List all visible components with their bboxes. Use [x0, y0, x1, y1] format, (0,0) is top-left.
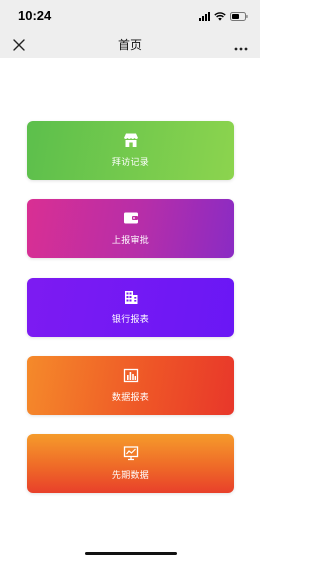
bank-report-label: 银行报表: [111, 315, 150, 325]
forward-data-label: 先期数据: [111, 471, 150, 481]
data-report-label: 数据报表: [111, 393, 150, 403]
wifi-icon: [214, 11, 226, 21]
building-icon: [123, 289, 139, 305]
status-time: 10:24: [18, 8, 52, 23]
bar-chart-icon: [123, 367, 139, 383]
report-approval-label: 上报审批: [111, 236, 150, 246]
wallet-icon: [123, 210, 139, 226]
battery-icon: [230, 11, 248, 21]
page-title: 首页: [117, 38, 142, 52]
visit-records-card[interactable]: 拜访记录: [27, 121, 234, 180]
forward-data-card[interactable]: 先期数据: [27, 434, 234, 493]
data-report-card[interactable]: 数据报表: [27, 356, 234, 415]
more-icon[interactable]: [234, 39, 248, 51]
store-icon: [123, 132, 139, 148]
status-bar: 10:24: [0, 0, 260, 30]
bank-report-card[interactable]: 银行报表: [27, 278, 234, 337]
visit-records-label: 拜访记录: [111, 158, 150, 168]
monitor-chart-icon: [123, 445, 139, 461]
report-approval-card[interactable]: 上报审批: [27, 199, 234, 258]
signal-icon: [199, 11, 210, 21]
status-icons: [199, 10, 248, 22]
nav-bar: 首页: [0, 30, 260, 58]
home-indicator[interactable]: [85, 552, 177, 555]
